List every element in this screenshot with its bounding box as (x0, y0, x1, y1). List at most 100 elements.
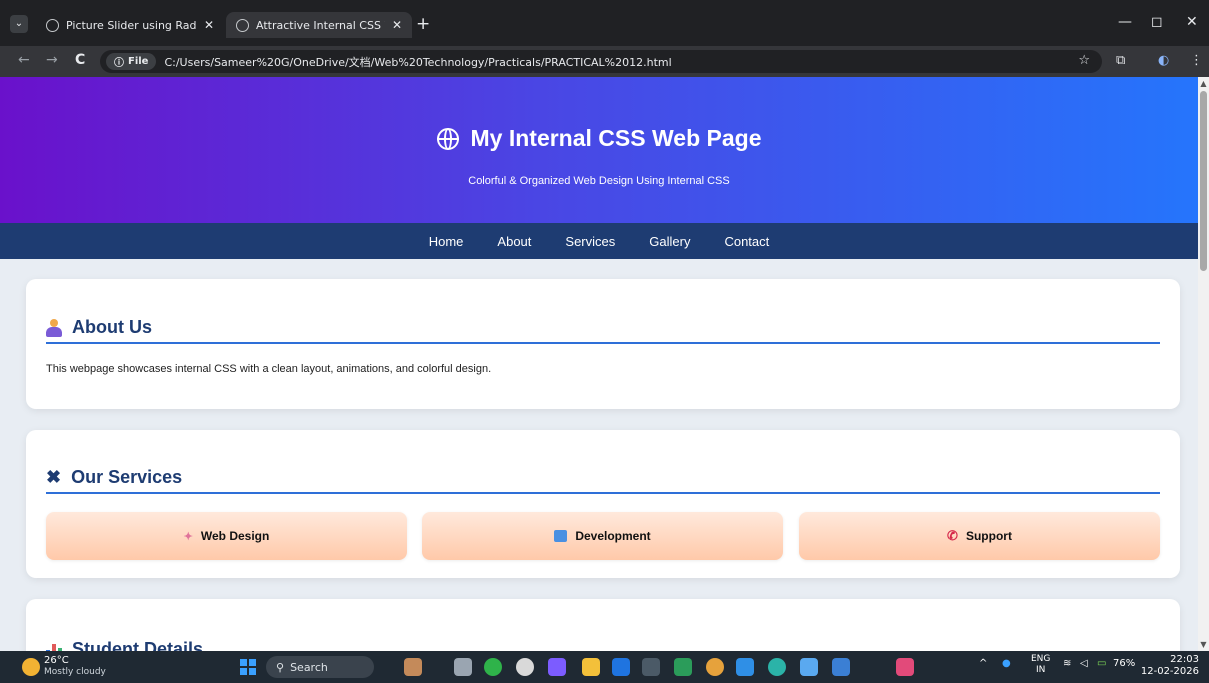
taskbar-app-bluetooth-icon[interactable] (612, 658, 630, 676)
tab-favicon-globe-icon (236, 18, 249, 32)
battery-icon[interactable]: ▭ (1097, 658, 1106, 669)
tools-icon: ✖ (46, 467, 62, 487)
bar-chart-icon (46, 642, 62, 651)
heading-divider (46, 492, 1160, 494)
weather-sun-icon (22, 657, 40, 676)
students-heading: Student Details (46, 639, 203, 651)
new-tab-button[interactable]: + (416, 14, 430, 34)
services-heading: ✖ Our Services (46, 467, 182, 488)
nav-link-home[interactable]: Home (429, 234, 464, 249)
student-details-section: Student Details (26, 599, 1180, 651)
about-section: About Us This webpage showcases internal… (26, 279, 1180, 409)
language-bottom: IN (1036, 665, 1046, 675)
about-heading-text: About Us (72, 317, 152, 337)
taskbar-app-arrow-icon[interactable] (800, 658, 818, 676)
taskbar-search[interactable]: ⚲ Search (266, 656, 374, 678)
volume-icon[interactable]: ◁ (1080, 658, 1088, 669)
windows-start-icon[interactable] (240, 659, 256, 675)
nav-link-about[interactable]: About (497, 234, 531, 249)
taskbar-app-chatgpt-icon[interactable] (516, 658, 534, 676)
search-icon: ⚲ (276, 660, 285, 674)
service-label: Development (575, 529, 651, 543)
weather-condition: Mostly cloudy (44, 667, 106, 677)
taskbar-app-word-icon[interactable] (832, 658, 850, 676)
page-subtitle: Colorful & Organized Web Design Using In… (468, 175, 730, 187)
site-info-chip[interactable]: ⓘ File (106, 53, 157, 70)
reload-icon[interactable]: C (75, 52, 85, 68)
page-header: My Internal CSS Web Page Colorful & Orga… (0, 77, 1198, 223)
page-viewport: My Internal CSS Web Page Colorful & Orga… (0, 77, 1198, 651)
nav-link-contact[interactable]: Contact (724, 234, 769, 249)
taskbar-app-chrome-dev-icon[interactable] (896, 658, 914, 676)
tab-close-icon[interactable]: ✕ (204, 18, 214, 32)
sparkle-icon: ✦ (183, 530, 193, 543)
url-text: C:/Users/Sameer%20G/OneDrive/文档/Web%20Te… (164, 55, 672, 69)
taskbar-app-terminal-icon[interactable] (642, 658, 660, 676)
service-label: Web Design (200, 529, 270, 543)
about-heading: About Us (46, 317, 152, 338)
about-text: This webpage showcases internal CSS with… (46, 363, 492, 375)
extensions-puzzle-icon[interactable]: ⧉ (1116, 53, 1125, 68)
tab-title: Attractive Internal CSS Web Pag (256, 18, 385, 32)
temperature: 26°C (44, 655, 69, 666)
main-nav: Home About Services Gallery Contact (0, 223, 1198, 259)
tab-favicon-globe-icon (46, 18, 59, 32)
phone-icon: ✆ (947, 528, 958, 543)
wifi-icon[interactable]: ≋ (1063, 658, 1071, 669)
service-web-design[interactable]: ✦ Web Design (46, 512, 407, 560)
restore-window-icon[interactable]: ◻ (1151, 14, 1163, 30)
taskbar-app-copilot-icon[interactable] (548, 658, 566, 676)
tab-picture-slider[interactable]: Picture Slider using Radio Butt ✕ (36, 12, 224, 38)
services-section: ✖ Our Services ✦ Web Design Development … (26, 430, 1180, 578)
taskbar-app-chrome-icon[interactable] (706, 658, 724, 676)
scroll-up-arrow-icon[interactable]: ▲ (1198, 79, 1209, 88)
bookmark-star-icon[interactable]: ☆ (1078, 53, 1090, 68)
taskbar-app-edge-icon[interactable] (768, 658, 786, 676)
tab-title: Picture Slider using Radio Butt (66, 18, 197, 32)
minimize-window-icon[interactable]: — (1118, 14, 1132, 30)
taskbar-app-task-view-icon[interactable] (454, 658, 472, 676)
taskbar-app-image-viewer-icon[interactable] (674, 658, 692, 676)
battery-percent: 76% (1113, 658, 1136, 669)
service-support[interactable]: ✆ Support (799, 512, 1160, 560)
tab-internal-css-page[interactable]: Attractive Internal CSS Web Pag ✕ (226, 12, 412, 38)
tray-overflow-chevron-icon[interactable]: ^ (979, 658, 987, 669)
globe-icon (436, 127, 459, 150)
taskbar-app-whatsapp-icon[interactable] (484, 658, 502, 676)
clock-date: 12-02-2026 (1140, 666, 1199, 677)
services-heading-text: Our Services (71, 467, 183, 487)
scrollbar-thumb[interactable] (1200, 91, 1207, 271)
taskbar-app-widgets-icon[interactable] (404, 658, 422, 676)
students-heading-text: Student Details (72, 639, 204, 651)
person-icon (46, 318, 62, 337)
nav-link-services[interactable]: Services (565, 234, 615, 249)
service-label: Support (965, 529, 1012, 543)
address-bar[interactable]: ⓘ File C:/Users/Sameer%20G/OneDrive/文档/W… (100, 50, 1102, 73)
forward-icon[interactable]: → (46, 52, 58, 68)
computer-icon (554, 530, 568, 542)
tray-bluetooth-icon[interactable]: ● (1002, 658, 1011, 669)
heading-divider (46, 342, 1160, 344)
profile-avatar-icon[interactable]: ◐ (1158, 53, 1169, 68)
browser-toolbar: ← → C ⓘ File C:/Users/Sameer%20G/OneDriv… (0, 46, 1209, 77)
nav-link-gallery[interactable]: Gallery (649, 234, 690, 249)
tab-close-icon[interactable]: ✕ (392, 18, 402, 32)
service-development[interactable]: Development (422, 512, 783, 560)
page-scrollbar[interactable]: ▲ ▼ (1198, 77, 1209, 651)
search-label: Search (290, 660, 328, 674)
site-info-label: File (128, 56, 149, 67)
language-indicator[interactable]: ENG IN (1031, 654, 1050, 676)
scroll-down-arrow-icon[interactable]: ▼ (1198, 640, 1209, 649)
page-title-text: My Internal CSS Web Page (470, 125, 762, 151)
taskbar-app-vscode-icon[interactable] (736, 658, 754, 676)
page-title: My Internal CSS Web Page (0, 125, 1198, 152)
back-icon[interactable]: ← (18, 52, 30, 68)
clock-time: 22:03 (1170, 654, 1199, 665)
taskbar-app-file-explorer-icon[interactable] (582, 658, 600, 676)
close-window-icon[interactable]: ✕ (1186, 14, 1198, 30)
tab-search-menu-icon[interactable]: ⌄ (10, 15, 28, 33)
language-top: ENG (1031, 654, 1051, 664)
taskbar-clock[interactable]: 22:03 12-02-2026 (1141, 654, 1199, 678)
weather-widget[interactable]: 26°C Mostly cloudy (22, 655, 106, 678)
browser-menu-icon[interactable]: ⋮ (1190, 53, 1203, 68)
